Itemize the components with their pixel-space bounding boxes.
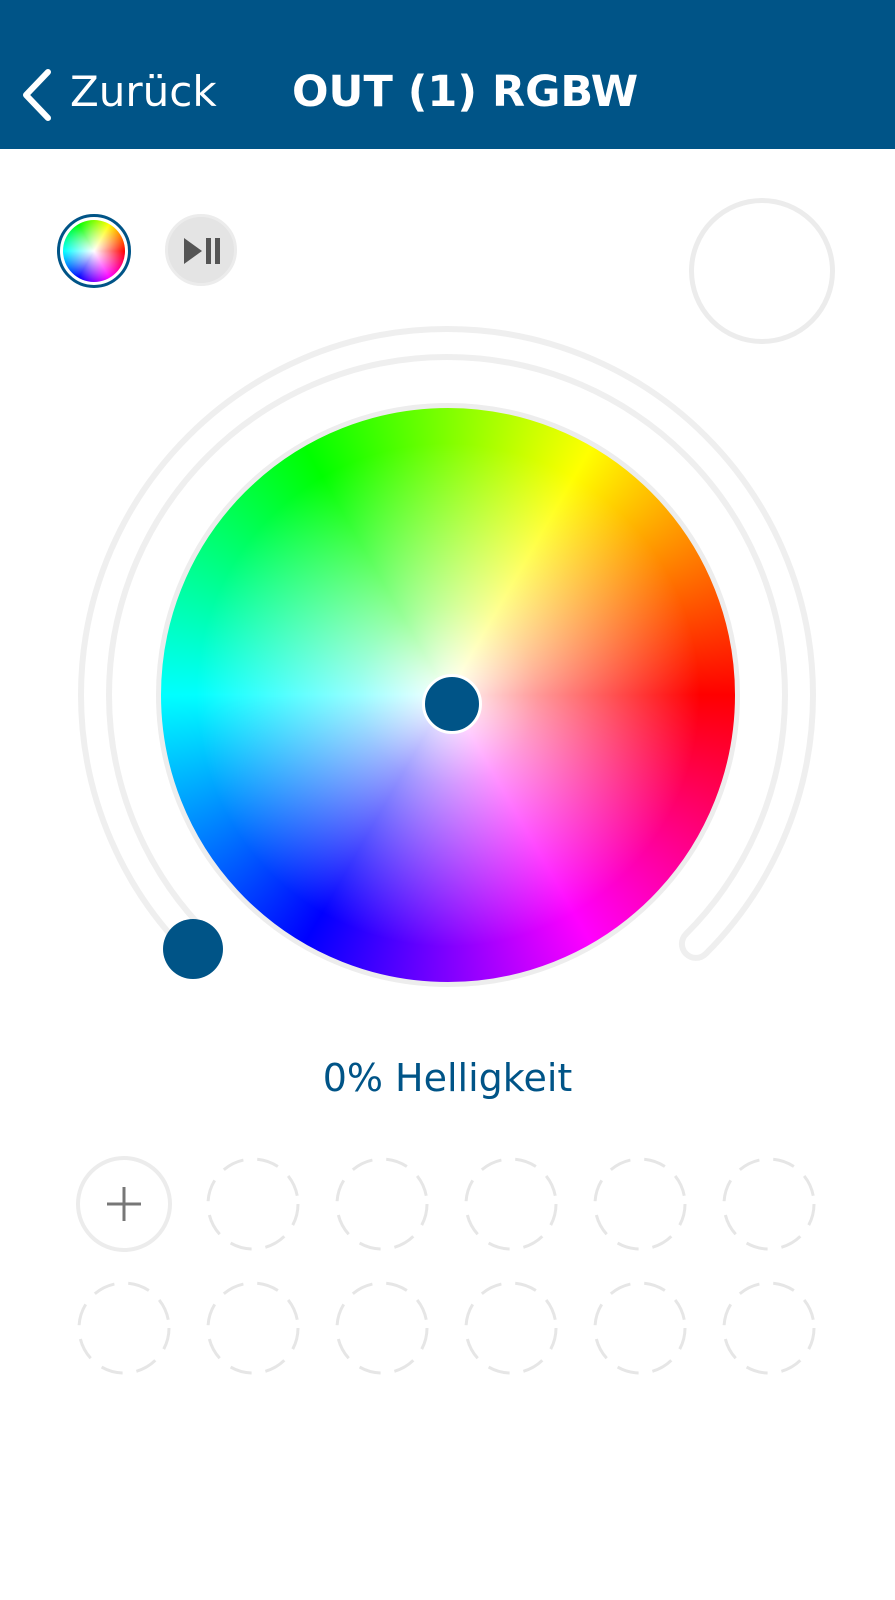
page-title: OUT (1) RGBW bbox=[292, 67, 639, 117]
empty-preset-slot[interactable] bbox=[721, 1156, 817, 1252]
play-pause-icon bbox=[184, 238, 220, 264]
dashed-circle-icon bbox=[722, 1281, 816, 1375]
empty-preset-slot[interactable] bbox=[334, 1280, 430, 1376]
dashed-circle-icon bbox=[593, 1157, 687, 1251]
color-preview-circle bbox=[689, 198, 835, 344]
dashed-circle-icon bbox=[464, 1157, 558, 1251]
empty-preset-slot[interactable] bbox=[205, 1280, 301, 1376]
dashed-circle-icon bbox=[206, 1281, 300, 1375]
plus-icon bbox=[107, 1187, 141, 1221]
empty-preset-slot[interactable] bbox=[76, 1280, 172, 1376]
dashed-circle-icon bbox=[722, 1157, 816, 1251]
empty-preset-slot[interactable] bbox=[463, 1156, 559, 1252]
color-wheel-icon bbox=[63, 220, 125, 282]
dashed-circle-icon bbox=[335, 1281, 429, 1375]
brightness-slider-handle[interactable] bbox=[163, 918, 224, 979]
dashed-circle-icon bbox=[335, 1157, 429, 1251]
program-mode-button[interactable] bbox=[165, 214, 237, 286]
brightness-label: 0% Helligkeit bbox=[322, 1056, 573, 1100]
dashed-circle-icon bbox=[593, 1281, 687, 1375]
dashed-circle-icon bbox=[206, 1157, 300, 1251]
header-bar: Zurück OUT (1) RGBW bbox=[0, 0, 895, 149]
chevron-left-icon bbox=[23, 69, 51, 121]
empty-preset-slot[interactable] bbox=[334, 1156, 430, 1252]
empty-preset-slot[interactable] bbox=[721, 1280, 817, 1376]
dashed-circle-icon bbox=[77, 1281, 171, 1375]
add-preset-button[interactable] bbox=[76, 1156, 172, 1252]
empty-preset-slot[interactable] bbox=[463, 1280, 559, 1376]
empty-preset-slot[interactable] bbox=[205, 1156, 301, 1252]
empty-preset-slot[interactable] bbox=[592, 1280, 688, 1376]
page: Zurück OUT (1) RGBW 0% Helligkeit bbox=[0, 0, 895, 1600]
preset-row bbox=[76, 1280, 822, 1376]
back-label: Zurück bbox=[70, 67, 217, 116]
back-button[interactable]: Zurück bbox=[0, 52, 240, 132]
dashed-circle-icon bbox=[464, 1281, 558, 1375]
empty-preset-slot[interactable] bbox=[592, 1156, 688, 1252]
preset-row bbox=[76, 1156, 822, 1252]
color-mode-button[interactable] bbox=[57, 214, 131, 288]
color-picker-handle[interactable] bbox=[422, 674, 482, 734]
